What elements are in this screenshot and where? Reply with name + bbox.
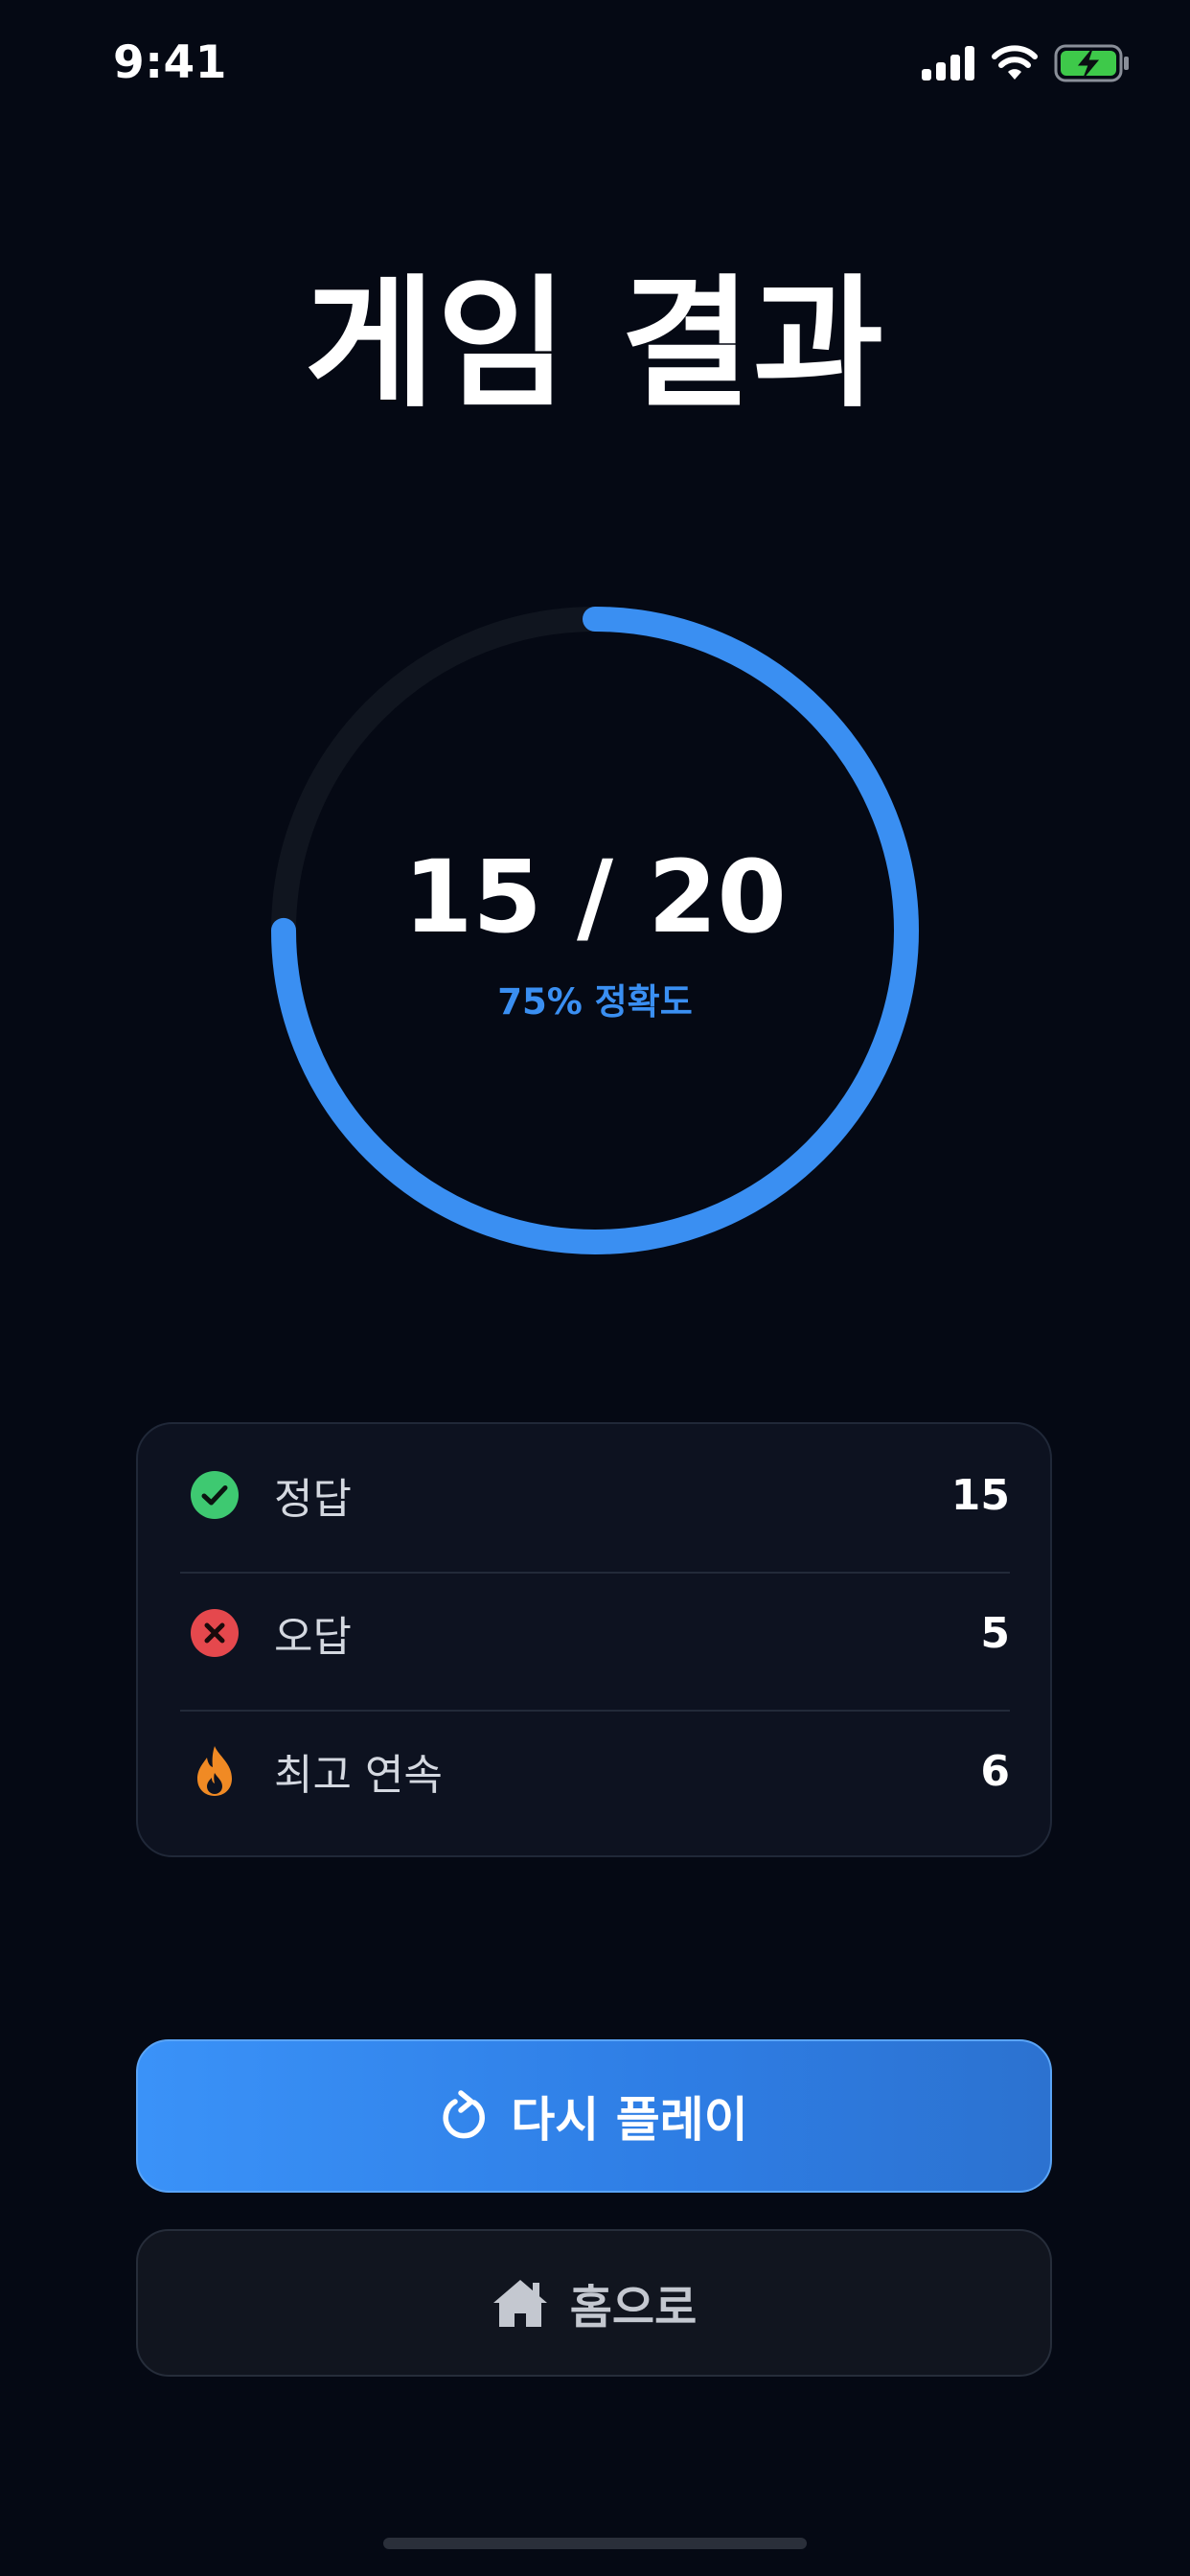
home-icon — [492, 2280, 547, 2327]
stat-value: 5 — [980, 1608, 1010, 1658]
status-time: 9:41 — [113, 36, 227, 89]
replay-button-label: 다시 플레이 — [511, 2092, 748, 2148]
stat-value: 15 — [950, 1470, 1010, 1520]
stat-value: 6 — [980, 1746, 1010, 1796]
stat-label: 정답 — [274, 1475, 352, 1524]
home-indicator — [383, 2538, 807, 2549]
battery-charging-icon — [1054, 44, 1129, 82]
replay-button[interactable]: 다시 플레이 — [136, 2039, 1052, 2193]
stats-card: 정답 15 오답 5 최고 연속 6 — [136, 1422, 1052, 1857]
cellular-signal-icon — [922, 46, 974, 80]
stat-label: 최고 연속 — [274, 1751, 443, 1800]
status-icons — [922, 44, 1131, 82]
wifi-icon — [992, 45, 1038, 80]
stat-row-correct: 정답 15 — [180, 1426, 1010, 1564]
stat-row-wrong: 오답 5 — [180, 1564, 1010, 1702]
score-text: 15 / 20 — [403, 839, 787, 955]
status-bar: 9:41 — [0, 0, 1190, 126]
accuracy-text: 75% 정확도 — [497, 981, 693, 1023]
stat-label: 오답 — [274, 1613, 352, 1662]
refresh-icon — [443, 2090, 486, 2139]
home-button-label: 홈으로 — [569, 2281, 698, 2334]
score-ring: 15 / 20 75% 정확도 — [261, 596, 929, 1265]
home-button[interactable]: 홈으로 — [136, 2229, 1052, 2377]
stat-row-best-streak: 최고 연속 6 — [180, 1702, 1010, 1840]
x-circle-icon — [190, 1608, 240, 1658]
fire-icon — [190, 1746, 240, 1796]
page-title: 게임 결과 — [304, 262, 886, 426]
check-circle-icon — [190, 1470, 240, 1520]
